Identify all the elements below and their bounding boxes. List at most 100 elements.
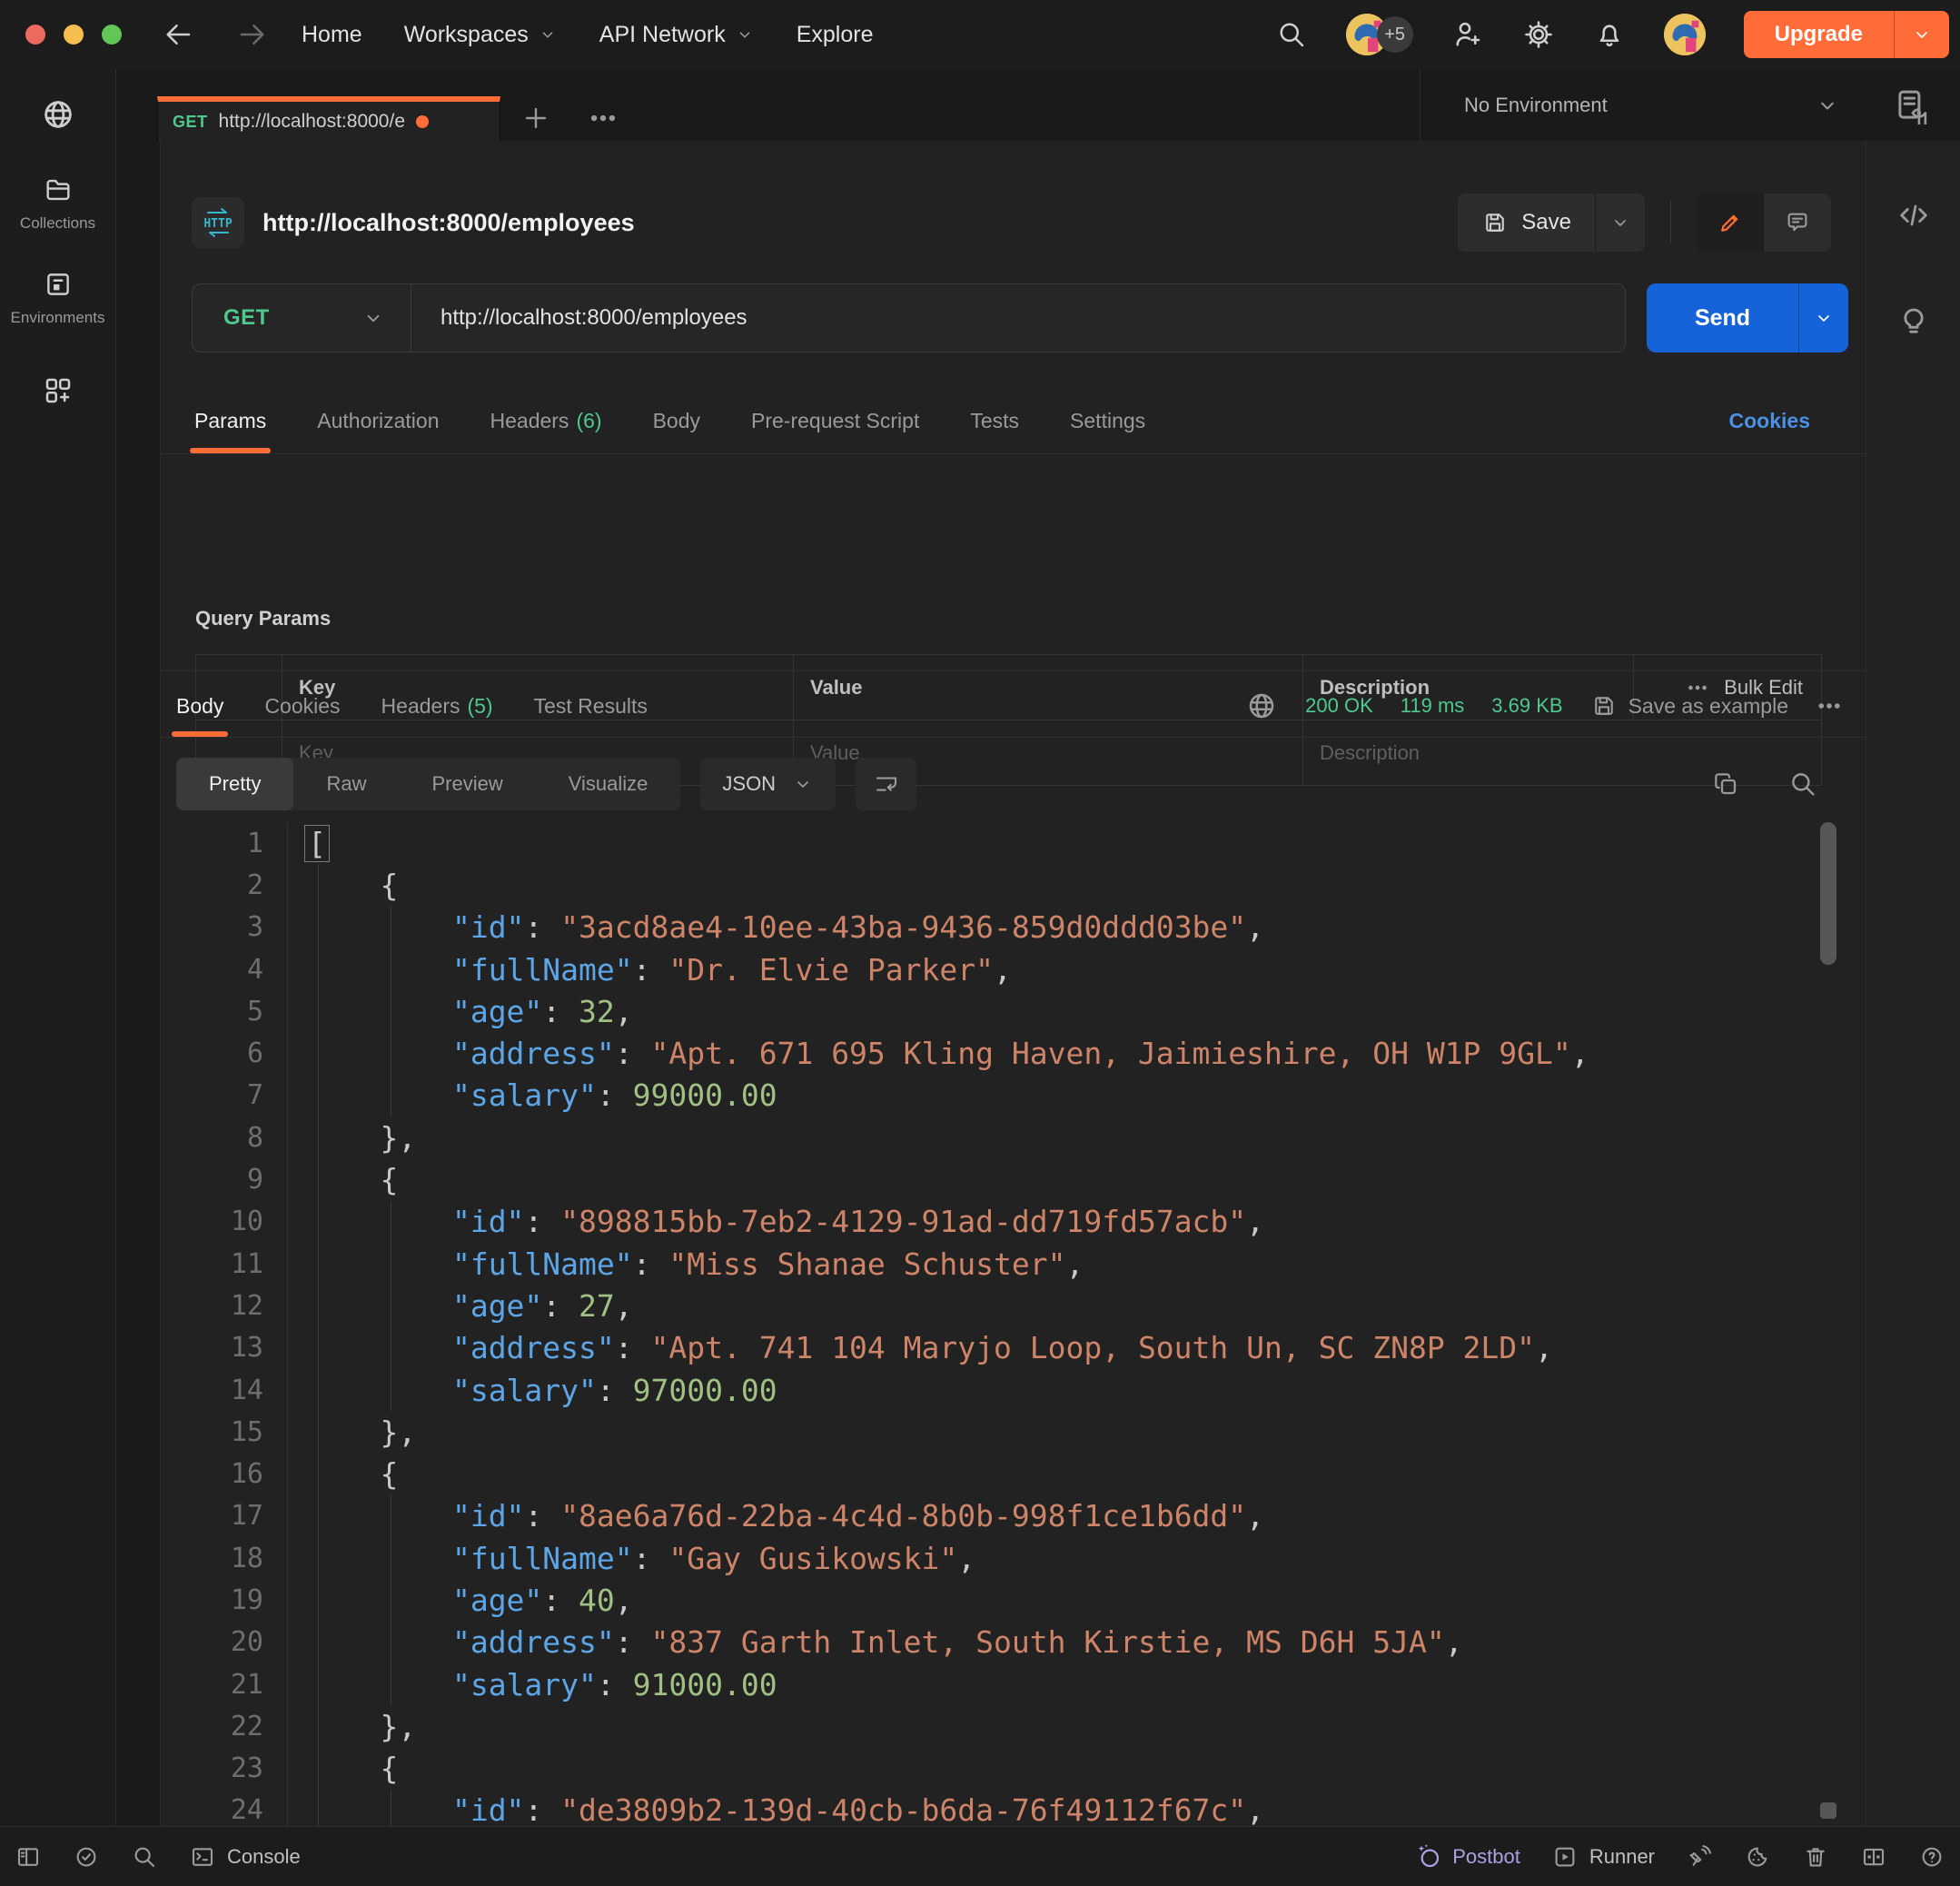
cookies-link[interactable]: Cookies	[1729, 389, 1810, 453]
workspace-globe-icon[interactable]	[40, 96, 76, 133]
edit-pencil-toggle[interactable]	[1697, 194, 1764, 252]
code-line: 19 "age": 40,	[161, 1579, 1866, 1621]
response-more-options-icon[interactable]	[1816, 692, 1843, 720]
nav-api-network[interactable]: API Network	[599, 22, 755, 48]
tab-pretty[interactable]: Pretty	[176, 758, 293, 810]
nav-explore[interactable]: Explore	[797, 22, 874, 48]
chevron-down-icon	[1815, 93, 1840, 118]
trash-icon[interactable]	[1802, 1843, 1829, 1871]
code-snippet-icon[interactable]	[1896, 197, 1932, 233]
horizontal-scrollbar-thumb[interactable]	[1820, 1802, 1836, 1819]
tab-options-icon[interactable]	[588, 95, 619, 141]
sidebar-item-environments[interactable]: Environments	[11, 269, 105, 327]
nav-home[interactable]: Home	[302, 22, 362, 48]
nav-workspaces[interactable]: Workspaces	[404, 22, 558, 48]
tab-raw[interactable]: Raw	[293, 758, 399, 810]
url-input-box: GET http://localhost:8000/employees	[192, 283, 1626, 352]
sidebar-item-collections[interactable]: Collections	[20, 174, 95, 233]
postbot-button[interactable]: Postbot	[1414, 1842, 1520, 1871]
code-line: 10 "id": "898815bb-7eb2-4129-91ad-dd719f…	[161, 1201, 1866, 1243]
copy-response-icon[interactable]	[1711, 769, 1740, 799]
method-selector[interactable]: GET	[193, 284, 411, 352]
split-panel-icon[interactable]	[1860, 1843, 1887, 1871]
response-body-viewer[interactable]: 1[2 {3 "id": "3acd8ae4-10ee-43ba-9436-85…	[161, 822, 1866, 1826]
postman-window: Home Workspaces API Network Explore +5	[0, 0, 1960, 1886]
tab-headers[interactable]: Headers(6)	[490, 389, 602, 453]
response-view-row: PrettyRawPreviewVisualize JSON	[161, 757, 1866, 811]
wrap-lines-button[interactable]	[856, 758, 916, 810]
send-options-chevron[interactable]	[1798, 283, 1848, 352]
nav-forward-icon[interactable]	[236, 18, 269, 51]
tab-settings[interactable]: Settings	[1070, 389, 1145, 453]
save-as-example-button[interactable]: Save as example	[1590, 692, 1788, 720]
traffic-light-zoom[interactable]	[102, 25, 122, 45]
avatar-count-badge: +5	[1377, 16, 1413, 53]
user-avatar[interactable]	[1664, 14, 1706, 55]
code-line: 1[	[161, 822, 1866, 864]
find-icon[interactable]	[131, 1843, 158, 1871]
traffic-light-minimize[interactable]	[64, 25, 84, 45]
save-options-chevron[interactable]	[1595, 194, 1645, 252]
invite-user-icon[interactable]	[1451, 18, 1484, 51]
environment-quick-look-icon[interactable]	[1893, 86, 1931, 124]
upgrade-chevron[interactable]	[1894, 11, 1949, 58]
runner-button[interactable]: Runner	[1551, 1843, 1655, 1871]
capture-requests-icon[interactable]	[1686, 1843, 1713, 1871]
new-tab-button[interactable]	[520, 95, 551, 141]
environment-selector[interactable]: No Environment	[1420, 69, 1960, 141]
search-response-icon[interactable]	[1787, 769, 1818, 799]
tab-preview[interactable]: Preview	[399, 758, 535, 810]
tab-cookies[interactable]: Cookies	[264, 675, 340, 737]
http-method-icon: HTTP	[192, 197, 244, 248]
settings-gear-icon[interactable]	[1522, 18, 1555, 51]
help-icon[interactable]	[1918, 1843, 1945, 1871]
checkmark-status-icon[interactable]	[73, 1843, 100, 1871]
view-tabs: PrettyRawPreviewVisualize	[176, 758, 680, 810]
more-sidebar-items-icon[interactable]	[42, 374, 74, 407]
save-floppy-icon	[1481, 209, 1509, 236]
url-row: GET http://localhost:8000/employees Send	[161, 283, 1866, 352]
send-button[interactable]: Send	[1647, 283, 1848, 352]
tab-authorization[interactable]: Authorization	[317, 389, 439, 453]
comments-toggle[interactable]	[1764, 194, 1831, 252]
response-size[interactable]: 3.69 KB	[1491, 694, 1562, 718]
save-button[interactable]: Save	[1458, 194, 1645, 252]
traffic-light-close[interactable]	[25, 25, 45, 45]
lightbulb-info-icon[interactable]	[1896, 301, 1932, 337]
chevron-down-icon	[735, 25, 755, 45]
left-sidebar-rail: Collections Environments	[0, 69, 116, 1826]
tab-tests[interactable]: Tests	[970, 389, 1019, 453]
tab-headers[interactable]: Headers(5)	[381, 675, 493, 737]
tab-params[interactable]: Params	[194, 389, 266, 453]
console-icon	[189, 1843, 216, 1871]
code-line: 2 {	[161, 864, 1866, 906]
search-icon[interactable]	[1275, 18, 1308, 51]
response-divider	[161, 670, 1866, 671]
request-title-row: HTTP http://localhost:8000/employees Sav…	[161, 182, 1866, 263]
team-avatars[interactable]: +5	[1346, 14, 1413, 55]
tab-body[interactable]: Body	[653, 389, 700, 453]
open-request-tab[interactable]: GET http://localhost:8000/e	[157, 96, 500, 142]
format-selector[interactable]: JSON	[700, 758, 836, 810]
request-title: http://localhost:8000/employees	[262, 209, 635, 237]
response-time[interactable]: 119 ms	[1401, 694, 1465, 718]
vertical-scrollbar-thumb[interactable]	[1820, 822, 1836, 965]
status-badge[interactable]: 200 OK	[1305, 694, 1373, 718]
code-line: 13 "address": "Apt. 741 104 Maryjo Loop,…	[161, 1327, 1866, 1369]
code-line: 22 },	[161, 1705, 1866, 1747]
notifications-bell-icon[interactable]	[1593, 18, 1626, 51]
console-button[interactable]: Console	[189, 1843, 301, 1871]
upgrade-button[interactable]: Upgrade	[1744, 11, 1949, 58]
nav-back-icon[interactable]	[162, 18, 194, 51]
tab-visualize[interactable]: Visualize	[536, 758, 681, 810]
sidebar-toggle-icon[interactable]	[15, 1843, 42, 1871]
tab-test-results[interactable]: Test Results	[534, 675, 648, 737]
svg-text:HTTP: HTTP	[203, 217, 232, 231]
chevron-down-icon	[792, 773, 814, 795]
tab-pre-request-script[interactable]: Pre-request Script	[751, 389, 919, 453]
runner-icon	[1551, 1843, 1579, 1871]
url-input[interactable]: http://localhost:8000/employees	[411, 305, 747, 331]
tab-body[interactable]: Body	[176, 675, 223, 737]
request-tab-strip: GET http://localhost:8000/e No Environme…	[115, 69, 1960, 142]
cookies-icon[interactable]	[1744, 1843, 1771, 1871]
